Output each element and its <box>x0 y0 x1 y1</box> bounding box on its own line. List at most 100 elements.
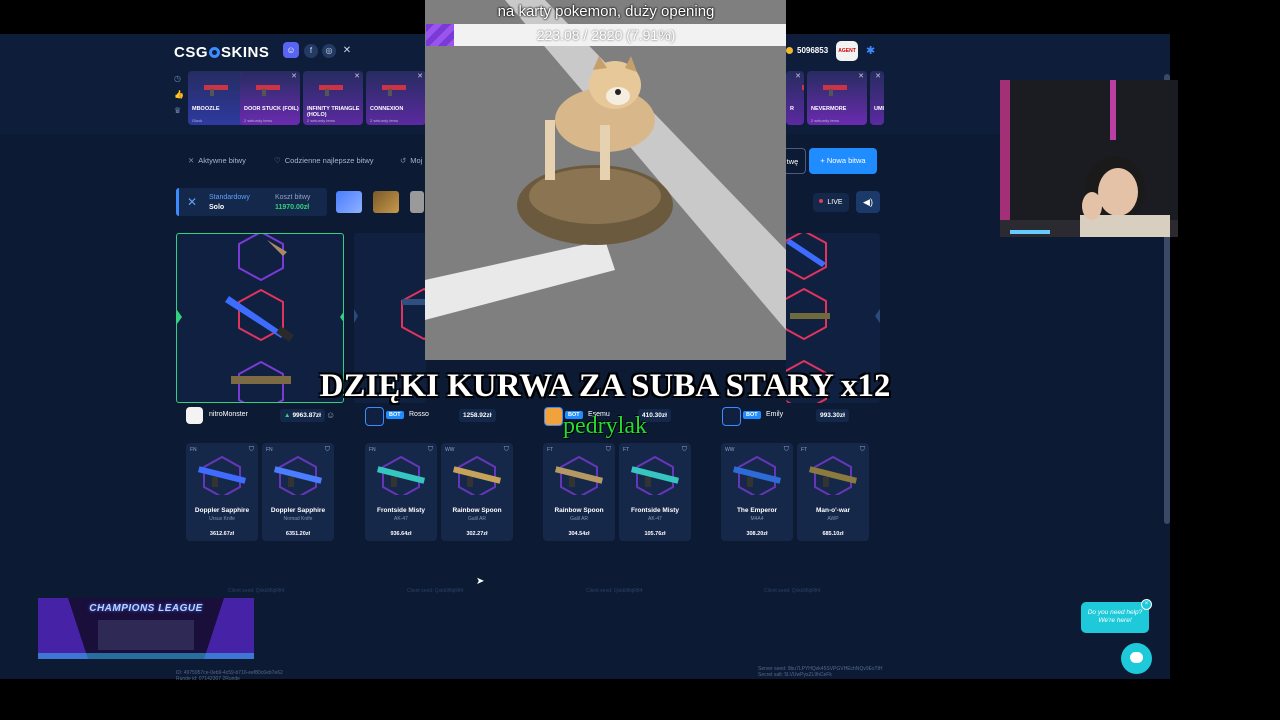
close-icon[interactable]: ✕ <box>875 72 881 80</box>
item-card[interactable]: FN ⛉ Frontside Misty AK-47 936.64zł <box>365 443 437 541</box>
drop-time: 2 sekundy temu <box>244 118 273 123</box>
player-name: Rosso <box>409 411 429 418</box>
client-seed: Client seed: Qxkk9flqRft4 <box>407 588 464 594</box>
tab-active-battles[interactable]: ✕ Aktywne bitwy <box>188 156 246 165</box>
live-drop-item[interactable]: ✕ CONNEXION 2 sekundy temu <box>366 71 426 125</box>
close-icon[interactable]: ✕ <box>417 72 423 80</box>
thumb-up-icon[interactable]: 👍 <box>174 90 186 106</box>
balance-display[interactable]: 5096853 <box>786 46 828 55</box>
help-bubble[interactable]: Do you need help? We're here! × <box>1081 599 1152 633</box>
user-avatar[interactable]: AGENT <box>836 41 858 61</box>
heart-icon: ♡ <box>274 156 281 165</box>
item-price: 304.54zł <box>568 531 590 537</box>
close-icon[interactable]: ✕ <box>858 72 864 80</box>
battle-cost: 11970.00zł <box>275 204 310 211</box>
item-price: 308.20zł <box>746 531 768 537</box>
item-card[interactable]: FT ⛉ Rainbow Spoon Galil AR 304.54zł <box>543 443 615 541</box>
item-card[interactable]: FT ⛉ Man-o'-war AWP 685.10zł <box>797 443 869 541</box>
swords-icon: ✕ <box>187 195 198 209</box>
site-logo[interactable]: CSG SKINS <box>174 44 269 61</box>
drop-time: 2 sekundy temu <box>811 118 840 123</box>
item-card[interactable]: WW ⛉ Rainbow Spoon Galil AR 302.27zł <box>441 443 513 541</box>
shield-icon: ⛉ <box>427 446 433 453</box>
history-icon: ↺ <box>400 156 407 165</box>
live-drop-item[interactable]: ✕ UMI <box>870 71 884 125</box>
close-icon[interactable]: ✕ <box>291 72 297 80</box>
settings-gear-icon[interactable]: ✱ <box>866 44 875 57</box>
item-weapon: Nomad Knife <box>283 516 313 522</box>
chat-icon[interactable] <box>1121 643 1152 674</box>
instagram-icon[interactable]: ◎ <box>322 44 336 58</box>
case-icon[interactable] <box>373 191 399 213</box>
avatar[interactable] <box>365 407 384 426</box>
skin-image <box>256 85 280 96</box>
item-name: The Emperor <box>736 507 778 514</box>
battle-mode-panel: ✕ Standardowy Solo Koszt bitwy 11970.00z… <box>176 188 327 216</box>
live-drops-filters[interactable]: ◷ 👍 ♛ <box>174 74 186 124</box>
item-card[interactable]: FN ⛉ Doppler Sapphire Nomad Knife 6351.20zł <box>262 443 334 541</box>
live-drop-item[interactable]: ✕ DOOR STUCK (FOIL) 2 sekundy temu <box>240 71 300 125</box>
shield-icon: ⛉ <box>681 446 687 453</box>
battle-id-footer: ID: 4975957ce-0eb9-4c59-b716-eef80c6eb7e… <box>176 670 283 682</box>
skin-image <box>319 85 343 96</box>
bot-badge: BOT <box>386 411 404 419</box>
sub-alert-name: pedrylak <box>563 413 647 439</box>
client-seed: Client seed: Qxkk9flqRft4 <box>228 588 285 594</box>
mouse-cursor-icon: ➤ <box>476 576 485 587</box>
drop-name: UMI <box>874 106 884 112</box>
close-icon[interactable]: × <box>1141 599 1152 610</box>
shield-icon: ⛉ <box>859 446 865 453</box>
avatar[interactable] <box>722 407 741 426</box>
condition-tag: FN <box>266 447 273 453</box>
skin-image <box>732 455 782 495</box>
new-battle-button[interactable]: + Nowa bitwa <box>809 148 877 174</box>
skin-image <box>197 455 247 495</box>
x-icon[interactable]: ✕ <box>340 44 354 58</box>
skin-image <box>554 455 604 495</box>
facebook-icon[interactable]: f <box>304 44 318 58</box>
item-weapon: Galil AR <box>467 516 487 522</box>
live-button[interactable]: LIVE <box>813 193 849 212</box>
arrow-up-icon: ▲ <box>284 412 291 419</box>
avatar[interactable] <box>186 407 203 424</box>
case-icon[interactable] <box>336 191 362 213</box>
case-icon[interactable] <box>410 191 424 213</box>
drop-time: 2 sekundy temu <box>307 118 336 123</box>
tab-my-battles[interactable]: ↺ Moj <box>400 156 422 165</box>
skin-image <box>273 455 323 495</box>
trophy-icon[interactable]: ♛ <box>174 106 186 122</box>
player-total: 993.30zł <box>816 409 849 422</box>
item-price: 3612.67zł <box>209 531 235 537</box>
item-name: Doppler Sapphire <box>270 507 326 514</box>
item-card[interactable]: FN ⛉ Doppler Sapphire Ursus Knife 3612.67zł <box>186 443 258 541</box>
skin-image <box>452 455 502 495</box>
tab-daily-best[interactable]: ♡ Codzienne najlepsze bitwy <box>274 156 374 165</box>
live-drop-item[interactable]: ✕ INFINITY TRIANGLE (HOLO) 2 sekundy temu <box>303 71 363 125</box>
close-icon[interactable]: ✕ <box>354 72 360 80</box>
dog-on-tortoise-video <box>425 0 786 360</box>
shield-icon: ⛉ <box>783 446 789 453</box>
discord-icon[interactable]: ☺ <box>283 42 299 58</box>
live-drop-item[interactable]: ✕MBOOZLEGlock <box>188 71 248 125</box>
battle-cost-label: Koszt bitwy <box>275 194 311 201</box>
item-weapon: Ursus Knife <box>209 516 235 522</box>
history-icon[interactable]: ◷ <box>174 74 186 90</box>
skin-image <box>802 85 804 90</box>
webcam-feed <box>1000 80 1178 237</box>
player-name: Emily <box>766 411 784 418</box>
sound-toggle-icon[interactable]: ◀) <box>856 191 880 213</box>
item-weapon: AK-47 <box>648 516 662 522</box>
client-seed: Client seed: Qxkk9flqRft4 <box>586 588 643 594</box>
live-drop-item[interactable]: ✕ R <box>786 71 804 125</box>
condition-tag: FT <box>623 447 630 453</box>
donation-goal-amount: 223.08 / 2820 (7.91%) <box>536 27 676 43</box>
item-card[interactable]: FT ⛉ Frontside Misty AK-47 105.76zł <box>619 443 691 541</box>
drop-time: 2 sekundy temu <box>370 118 399 123</box>
live-drop-item[interactable]: ✕ NEVERMORE 2 sekundy temu <box>807 71 867 125</box>
item-card[interactable]: WW ⛉ The Emperor M4A4 308.20zł <box>721 443 793 541</box>
emote-icon[interactable]: ☺ <box>326 410 335 420</box>
drop-name: NEVERMORE <box>811 106 847 112</box>
video-frame <box>425 0 786 360</box>
bot-badge: BOT <box>743 411 761 419</box>
player-name: nitroMonster <box>209 411 248 418</box>
